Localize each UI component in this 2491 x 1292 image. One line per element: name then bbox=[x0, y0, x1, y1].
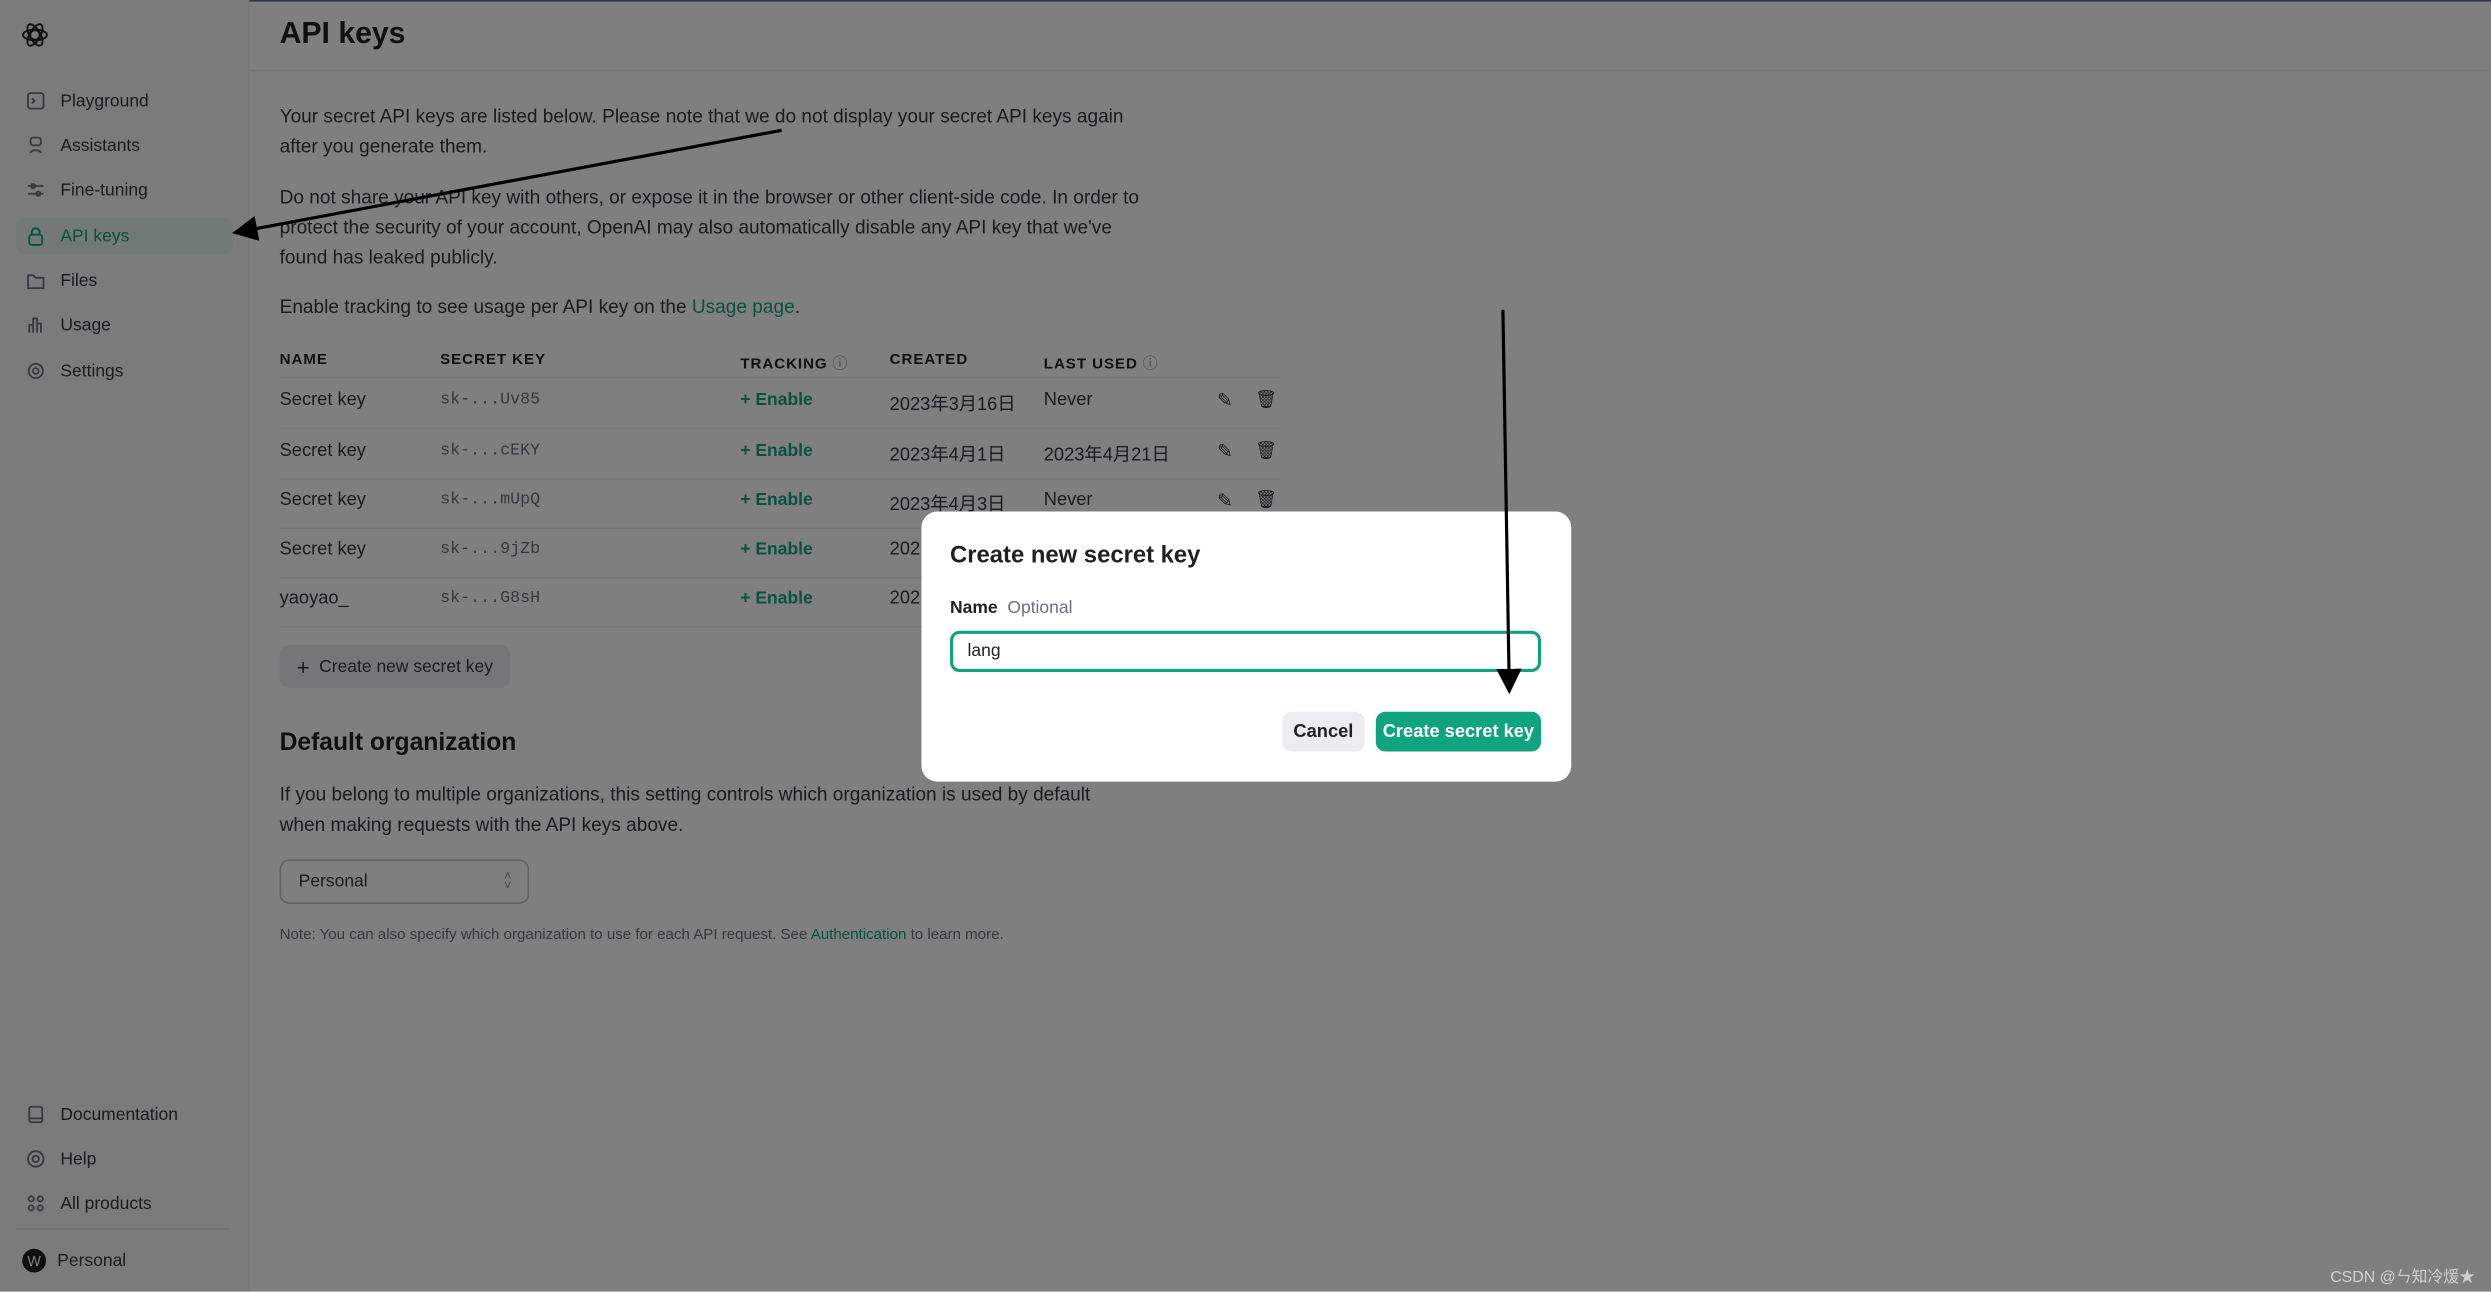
arrow-to-api-keys bbox=[232, 128, 782, 241]
annotation-arrows bbox=[232, 128, 1522, 695]
arrow-to-input bbox=[1496, 309, 1522, 695]
app: PlaygroundAssistantsFine-tuningAPI keysF… bbox=[0, 0, 2491, 1292]
watermark: CSDN @ㄣ知冷煖★ bbox=[2330, 1269, 2476, 1287]
